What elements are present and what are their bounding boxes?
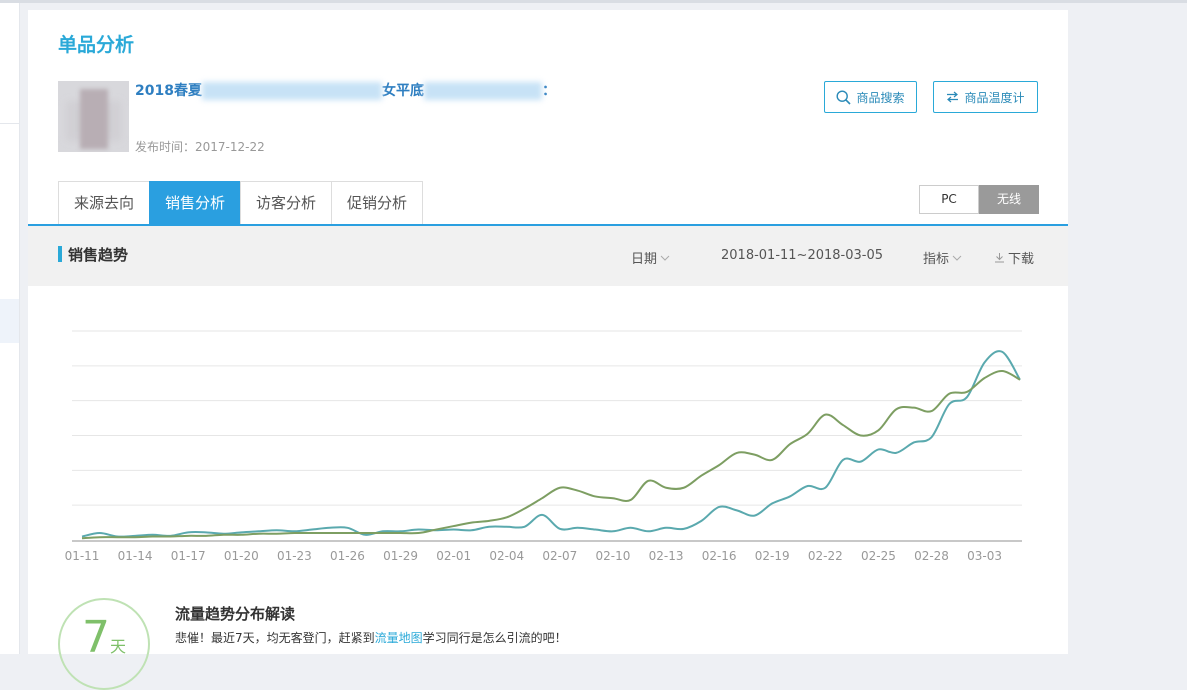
- device-pc-button[interactable]: PC: [919, 185, 979, 214]
- product-thumbnail[interactable]: [58, 81, 129, 152]
- chart-x-tick-label: 02-01: [436, 549, 471, 563]
- days-number: 7: [81, 612, 110, 663]
- chart-x-tick-label: 01-20: [224, 549, 259, 563]
- download-label: 下载: [1008, 252, 1035, 267]
- chart-x-tick-label: 03-03: [967, 549, 1002, 563]
- publish-date: 2017-12-22: [195, 140, 265, 154]
- product-name-end: ：: [541, 83, 556, 99]
- section-header: 销售趋势 日期 2018-01-11~2018-03-05 指标 下载: [28, 226, 1068, 286]
- product-analysis-panel: 单品分析 2018春夏 女平底 ： 发布时间：2017-12-22 商品搜索 商品温…: [28, 10, 1068, 690]
- chart-x-tick-label: 02-10: [596, 549, 631, 563]
- left-nav-divider: [0, 123, 19, 124]
- chart-x-tick-label: 02-19: [755, 549, 790, 563]
- tab-sales[interactable]: 销售分析: [149, 181, 241, 225]
- chevron-down-icon: [660, 255, 670, 261]
- chart-x-tick-label: 01-26: [330, 549, 365, 563]
- insight-text-before: 悲催！最近7天，均无客登门，赶紧到: [175, 631, 375, 645]
- top-border: [0, 0, 1187, 3]
- days-unit: 天: [109, 637, 126, 656]
- traffic-map-link[interactable]: 流量地图: [375, 631, 423, 645]
- metric-dropdown-label: 指标: [923, 252, 950, 267]
- tab-promotion[interactable]: 促销分析: [331, 181, 424, 225]
- chart-x-tick-label: 02-13: [649, 549, 684, 563]
- tab-source[interactable]: 来源去向: [58, 181, 150, 225]
- section-title: 销售趋势: [68, 246, 129, 264]
- chart-series-line-2: [81, 370, 1021, 540]
- chevron-down-icon: [952, 255, 962, 261]
- device-toggle: PC 无线: [919, 185, 1039, 214]
- left-nav-strip: [0, 3, 20, 654]
- chart-x-tick-label: 02-22: [808, 549, 843, 563]
- product-thermometer-button[interactable]: 商品温度计: [933, 81, 1038, 113]
- date-dropdown-label: 日期: [631, 252, 658, 267]
- chart-series-line-1: [81, 350, 1021, 538]
- sales-trend-chart: 01-11 01-14 01-17 01-20 01-23 01-26 01-29 02-01…: [65, 330, 1022, 563]
- chart-x-tick-label: 01-23: [277, 549, 312, 563]
- tab-visitors[interactable]: 访客分析: [240, 181, 332, 225]
- section-accent: [58, 246, 62, 262]
- publish-time: 发布时间：2017-12-22: [135, 138, 265, 155]
- product-name-link[interactable]: 2018春夏 女平底 ：: [135, 80, 556, 100]
- chart-x-tick-label: 02-07: [542, 549, 577, 563]
- left-nav-selected-item[interactable]: [0, 299, 19, 343]
- publish-label: 发布时间：: [135, 140, 196, 154]
- days-ring: 7天: [58, 598, 150, 690]
- product-search-label: 商品搜索: [856, 90, 905, 105]
- analysis-tabs: 来源去向 销售分析 访客分析 促销分析: [58, 181, 424, 225]
- insight-text-after: 学习同行是怎么引流的吧！: [422, 631, 567, 645]
- date-range[interactable]: 2018-01-11~2018-03-05: [721, 248, 883, 263]
- page-title: 单品分析: [58, 34, 135, 56]
- chart-x-tick-label: 02-25: [861, 549, 896, 563]
- days-value: 7天: [60, 616, 148, 669]
- device-wireless-button[interactable]: 无线: [979, 185, 1039, 214]
- insight-title: 流量趋势分布解读: [175, 605, 296, 623]
- product-name-mid: 女平底: [381, 83, 424, 99]
- chart-x-tick-label: 01-29: [383, 549, 418, 563]
- product-name-redacted-1: [201, 82, 382, 100]
- search-icon: [836, 89, 852, 105]
- chart-x-tick-label: 02-16: [702, 549, 737, 563]
- chart-x-tick-label: 02-28: [914, 549, 949, 563]
- chart-x-tick-label: 01-14: [118, 549, 153, 563]
- swap-arrows-icon: [947, 91, 959, 103]
- download-icon: [995, 253, 1004, 263]
- date-dropdown[interactable]: 日期: [631, 248, 670, 267]
- thumbnail-blur-figure: [80, 89, 108, 149]
- product-name-redacted-2: [423, 82, 542, 100]
- chart-x-tick-label: 02-04: [489, 549, 524, 563]
- chart-x-tick-label: 01-11: [65, 549, 100, 563]
- product-name-start: 2018春夏: [135, 83, 202, 99]
- insight-text: 悲催！最近7天，均无客登门，赶紧到流量地图学习同行是怎么引流的吧！: [175, 629, 567, 646]
- product-search-button[interactable]: 商品搜索: [824, 81, 917, 113]
- download-button[interactable]: 下载: [994, 248, 1034, 267]
- product-thermometer-label: 商品温度计: [964, 90, 1025, 105]
- chart-x-tick-label: 01-17: [171, 549, 206, 563]
- metric-dropdown[interactable]: 指标: [923, 248, 962, 267]
